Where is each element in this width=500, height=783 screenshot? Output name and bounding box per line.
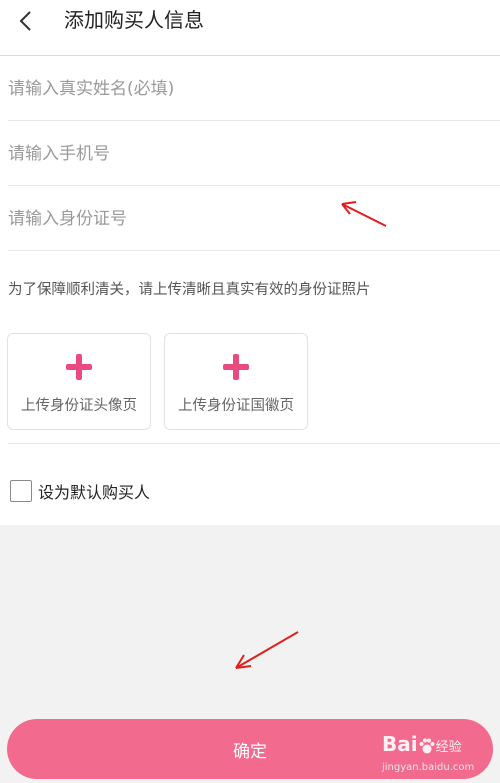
- upload-notice: 为了保障顺利清关，请上传清晰且真实有效的身份证照片: [8, 282, 371, 298]
- chevron-left-icon: [19, 11, 31, 31]
- id-field-row: [8, 187, 500, 251]
- phone-field-row: [8, 122, 500, 186]
- watermark-logo: Bai 经验: [382, 732, 462, 756]
- default-buyer-toggle[interactable]: 设为默认购买人: [10, 478, 150, 504]
- back-button[interactable]: [10, 4, 40, 38]
- upload-id-front-label: 上传身份证头像页: [21, 398, 137, 414]
- paw-icon: [419, 738, 435, 753]
- page-title: 添加购买人信息: [64, 8, 204, 32]
- plus-icon: [223, 354, 249, 380]
- name-field-row: [8, 57, 500, 121]
- phone-input[interactable]: [8, 122, 500, 185]
- header-bar: 添加购买人信息: [0, 0, 500, 56]
- baidu-jingyan-watermark: Bai 经验 jingyan.baidu.com: [382, 730, 498, 782]
- divider: [8, 443, 500, 444]
- watermark-logo-suffix: 经验: [435, 740, 462, 755]
- default-buyer-label: 设为默认购买人: [38, 483, 151, 502]
- upload-id-back-label: 上传身份证国徽页: [178, 398, 294, 414]
- watermark-logo-prefix: Bai: [382, 732, 418, 756]
- name-input[interactable]: [8, 57, 500, 120]
- upload-id-front-button[interactable]: 上传身份证头像页: [7, 333, 151, 430]
- default-buyer-checkbox[interactable]: [10, 480, 32, 502]
- watermark-url: jingyan.baidu.com: [382, 762, 475, 773]
- upload-id-back-button[interactable]: 上传身份证国徽页: [164, 333, 308, 430]
- plus-icon: [66, 354, 92, 380]
- id-number-input[interactable]: [8, 187, 500, 250]
